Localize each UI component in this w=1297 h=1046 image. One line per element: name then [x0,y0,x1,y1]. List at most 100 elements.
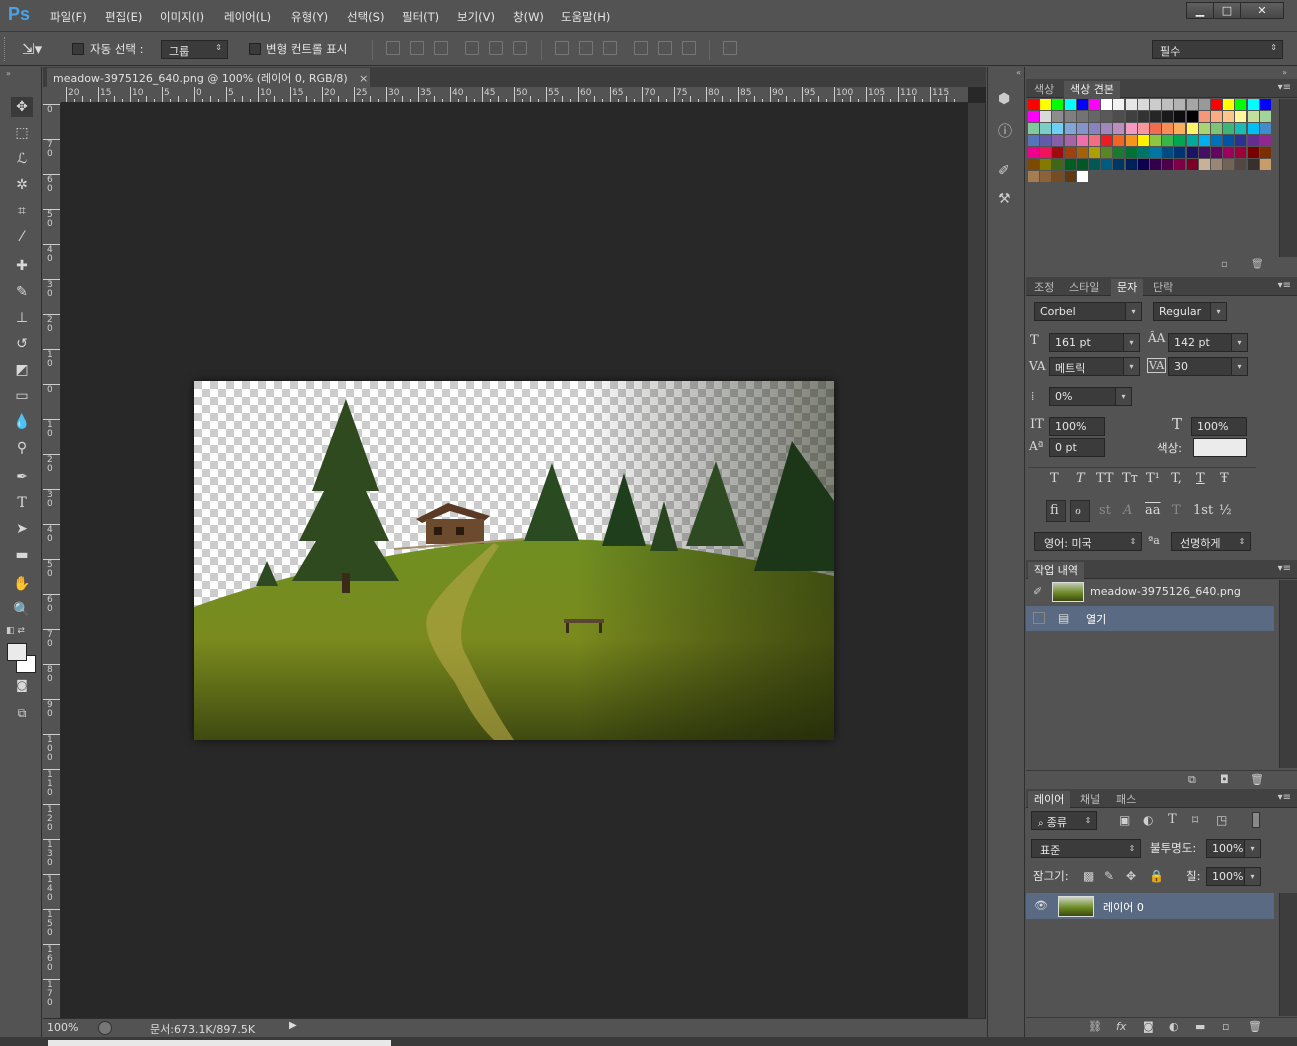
history-snapshot-row[interactable]: ✐ meadow-3975126_640.png [1026,580,1274,605]
blend-mode-dropdown[interactable]: 표준 ⇕ [1031,839,1141,858]
color-swatch[interactable] [1137,111,1149,122]
filter-type-icon[interactable]: T [1168,812,1177,827]
titling-alternates-icon[interactable]: aa [1145,503,1161,518]
eyedropper-tool-icon[interactable]: ⁄ [11,227,33,247]
close-button[interactable]: ✕ [1240,2,1284,19]
color-swatch[interactable] [1174,147,1186,158]
color-swatch[interactable] [1113,111,1125,122]
history-brush-tool-icon[interactable]: ↺ [11,334,33,354]
link-layers-icon[interactable]: ⛓ [1088,1020,1102,1033]
distribute-hcenter-icon[interactable] [658,41,672,55]
color-swatch[interactable] [1076,135,1088,146]
color-swatch[interactable] [1052,99,1064,110]
color-swatch[interactable] [1101,111,1113,122]
align-right-icon[interactable] [513,41,527,55]
new-group-icon[interactable]: ▬ [1195,1020,1205,1033]
panel-menu-icon[interactable]: ▾≡ [1278,280,1291,291]
filter-shape-icon[interactable]: ⌑ [1192,813,1198,827]
color-swatch[interactable] [1259,99,1271,110]
tracking-field[interactable]: 30 ▾ [1168,357,1248,376]
vertical-scrollbar[interactable] [968,103,985,1018]
color-swatch[interactable] [1076,147,1088,158]
color-swatch[interactable] [1064,111,1076,122]
trash-icon[interactable]: 🗑 [1250,773,1264,786]
small-caps-icon[interactable]: Tт [1122,471,1138,486]
color-swatch[interactable] [1198,147,1210,158]
menu-image[interactable]: 이미지(I) [160,9,204,25]
color-swatch[interactable] [1247,159,1259,170]
color-swatch[interactable] [1125,135,1137,146]
color-swatch[interactable] [1028,111,1039,122]
color-swatch[interactable] [1040,123,1052,134]
zoom-level[interactable]: 100% [47,1021,78,1034]
align-hcenter-icon[interactable] [489,41,503,55]
transform-controls-checkbox[interactable] [249,43,261,55]
color-swatch[interactable] [1089,147,1100,158]
color-swatch[interactable] [1174,135,1186,146]
color-swatch[interactable] [1064,135,1076,146]
color-swatch[interactable] [1028,123,1039,134]
blur-tool-icon[interactable]: 💧 [11,412,33,432]
align-vcenter-icon[interactable] [410,41,424,55]
3d-icon[interactable]: ⬢ [998,91,1010,107]
color-swatch[interactable] [1223,111,1235,122]
eraser-tool-icon[interactable]: ◩ [11,360,33,380]
color-swatch[interactable] [1040,111,1052,122]
maximize-button[interactable]: □ [1213,2,1241,19]
eye-icon[interactable]: 👁 [1034,899,1048,912]
horizontal-scrollbar-thumb[interactable] [48,1040,391,1046]
align-left-icon[interactable] [465,41,479,55]
tab-paths[interactable]: 패스 [1110,791,1142,808]
camera-icon[interactable]: ◘ [1220,773,1229,786]
tab-close-icon[interactable]: × [359,72,368,85]
default-colors-icon[interactable]: ◧ ⇄ [6,626,25,636]
new-swatch-icon[interactable]: ▫ [1221,259,1228,270]
fractions-icon[interactable]: ½ [1219,503,1232,518]
color-swatch[interactable] [1113,123,1125,134]
color-swatch[interactable] [1174,99,1186,110]
color-swatch[interactable] [1162,111,1174,122]
vertical-scale-field[interactable]: 100% [1049,417,1105,436]
color-swatch[interactable] [1125,99,1137,110]
history-brush-source-icon[interactable]: ✐ [1033,585,1042,598]
filter-smart-object-icon[interactable]: ◳ [1216,813,1227,827]
history-source-checkbox[interactable] [1033,612,1045,624]
color-swatch[interactable] [1064,159,1076,170]
collapse-icon[interactable]: « [1016,68,1021,77]
color-swatch[interactable] [1052,135,1064,146]
color-swatch[interactable] [1247,123,1259,134]
color-swatch[interactable] [1052,159,1064,170]
color-swatch[interactable] [1235,111,1247,122]
document-tab[interactable]: meadow-3975126_640.png @ 100% (레이어 0, RG… [47,68,370,87]
color-swatch[interactable] [1089,111,1100,122]
opacity-field[interactable]: 100% ▾ [1206,839,1261,858]
color-swatch[interactable] [1125,123,1137,134]
gradient-tool-icon[interactable]: ▭ [11,386,33,406]
new-document-from-state-icon[interactable]: ⧉ [1188,773,1196,787]
tool-presets-icon[interactable]: ⚒ [998,191,1011,207]
color-swatch[interactable] [1235,135,1247,146]
color-swatch[interactable] [1186,123,1198,134]
color-swatch[interactable] [1101,135,1113,146]
auto-align-icon[interactable] [723,41,737,55]
stylistic-alternates-icon[interactable]: A [1123,503,1132,518]
color-swatch[interactable] [1150,147,1161,158]
color-swatch[interactable] [1247,135,1259,146]
foreground-color-swatch[interactable] [7,643,27,661]
lasso-tool-icon[interactable]: ℒ [11,149,33,169]
filter-pixel-icon[interactable]: ▣ [1119,813,1130,827]
menu-view[interactable]: 보기(V) [457,9,495,25]
auto-select-checkbox[interactable] [72,43,84,55]
new-adjustment-layer-icon[interactable]: ◐ [1169,1020,1179,1033]
trash-icon[interactable]: 🗑 [1248,1020,1262,1033]
color-swatch[interactable] [1040,171,1052,182]
superscript-icon[interactable]: T¹ [1146,471,1160,486]
color-swatch[interactable] [1174,123,1186,134]
lock-pixels-icon[interactable]: ✎ [1104,869,1114,883]
distribute-top-icon[interactable] [555,41,569,55]
add-mask-icon[interactable]: ◙ [1143,1020,1154,1033]
color-swatch[interactable] [1064,147,1076,158]
color-swatch[interactable] [1174,111,1186,122]
discretionary-ligatures-icon[interactable]: ℴ [1075,503,1081,518]
faux-italic-icon[interactable]: T [1076,471,1085,486]
